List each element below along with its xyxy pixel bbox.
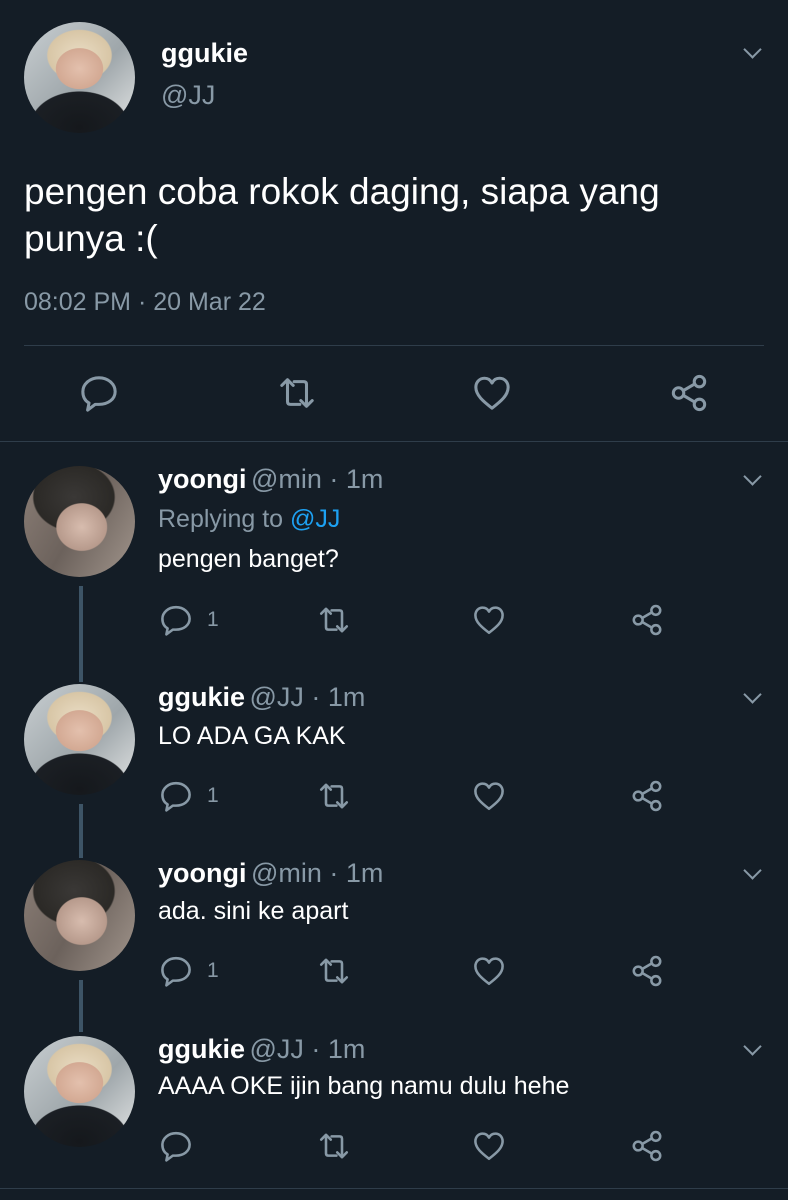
retweet-icon[interactable] (277, 374, 317, 412)
author-handle[interactable]: @min · 1m (251, 858, 383, 888)
chevron-down-icon[interactable] (743, 1037, 762, 1056)
retweet-icon[interactable] (316, 780, 352, 812)
replying-to: Replying to @JJ (158, 505, 340, 534)
avatar[interactable] (24, 1036, 135, 1147)
replying-to-handle[interactable]: @JJ (290, 505, 340, 533)
share-icon[interactable] (631, 780, 663, 812)
like-icon[interactable] (473, 780, 505, 812)
share-icon[interactable] (631, 604, 663, 636)
main-tweet-author-name[interactable]: ggukie (161, 38, 248, 69)
thread-line (79, 980, 83, 1032)
chevron-down-icon[interactable] (743, 467, 762, 486)
divider (0, 1188, 788, 1189)
reply-header: yoongi @min · 1m (158, 858, 383, 889)
thread-line (79, 804, 83, 858)
reply-count: 1 (207, 784, 219, 807)
avatar[interactable] (24, 860, 135, 971)
replying-to-label: Replying to (158, 505, 284, 533)
reply-header: yoongi @min · 1m (158, 464, 383, 495)
author-name[interactable]: ggukie (158, 682, 245, 712)
reply-count: 1 (207, 608, 219, 631)
avatar[interactable] (24, 466, 135, 577)
author-handle[interactable]: @JJ · 1m (249, 1034, 365, 1064)
share-icon[interactable] (631, 1130, 663, 1162)
main-tweet-timestamp[interactable]: 08:02 PM · 20 Mar 22 (24, 288, 266, 317)
main-tweet-text: pengen coba rokok daging, siapa yang pun… (24, 168, 660, 262)
reply-text: AAAA OKE ijin bang namu dulu hehe (158, 1072, 570, 1100)
author-name[interactable]: yoongi (158, 858, 247, 888)
reply-header: ggukie @JJ · 1m (158, 1034, 365, 1065)
reply-text: ada. sini ke apart (158, 897, 349, 925)
divider (0, 441, 788, 442)
main-tweet-text-line: pengen coba rokok daging, siapa yang (24, 171, 660, 212)
like-icon[interactable] (473, 1130, 505, 1162)
reply-icon[interactable] (160, 780, 192, 812)
like-icon[interactable] (473, 604, 505, 636)
reply-icon[interactable] (160, 1130, 192, 1162)
like-icon[interactable] (473, 374, 511, 412)
retweet-icon[interactable] (316, 604, 352, 636)
reply-header: ggukie @JJ · 1m (158, 682, 365, 713)
author-handle[interactable]: @min · 1m (251, 464, 383, 494)
share-icon[interactable] (631, 955, 663, 987)
reply-text: LO ADA GA KAK (158, 722, 346, 750)
reply-count: 1 (207, 959, 219, 982)
author-name[interactable]: ggukie (158, 1034, 245, 1064)
main-tweet-text-line: punya :( (24, 218, 158, 259)
avatar[interactable] (24, 22, 135, 133)
chevron-down-icon[interactable] (743, 861, 762, 880)
chevron-down-icon[interactable] (743, 685, 762, 704)
thread-line (79, 586, 83, 682)
share-icon[interactable] (670, 374, 708, 412)
like-icon[interactable] (473, 955, 505, 987)
reply-icon[interactable] (160, 955, 192, 987)
reply-icon[interactable] (160, 604, 192, 636)
main-tweet-author-handle[interactable]: @JJ (161, 80, 215, 111)
reply-icon[interactable] (80, 374, 118, 412)
author-handle[interactable]: @JJ · 1m (249, 682, 365, 712)
author-name[interactable]: yoongi (158, 464, 247, 494)
chevron-down-icon[interactable] (743, 40, 762, 59)
divider (24, 345, 764, 346)
avatar[interactable] (24, 684, 135, 795)
retweet-icon[interactable] (316, 1130, 352, 1162)
reply-text: pengen banget? (158, 545, 339, 573)
retweet-icon[interactable] (316, 955, 352, 987)
